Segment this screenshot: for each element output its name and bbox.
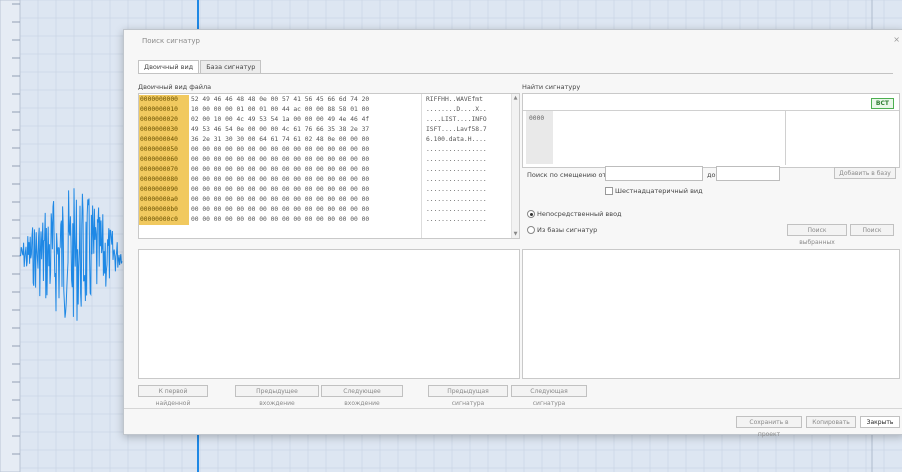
prev-occurrence-button[interactable]: Предыдущее вхождение (235, 385, 319, 407)
hex-bytes: 00 00 00 00 00 00 00 00 00 00 00 00 00 0… (191, 216, 370, 223)
hex-ascii: ISFT....Lavf58.7 (426, 126, 487, 133)
hex-ascii: ................ (426, 156, 487, 163)
hex-ascii: ................ (426, 186, 487, 193)
search-button[interactable]: Поиск (850, 224, 894, 236)
hex-offset: 0000000070 (139, 165, 189, 175)
scroll-down-icon[interactable]: ▼ (512, 231, 519, 237)
signature-top-line (523, 110, 899, 111)
tab-binary-view[interactable]: Двоичный вид (138, 60, 200, 74)
scroll-up-icon[interactable]: ▲ (512, 95, 519, 101)
hex-view-checkbox-label: Шестнадцатеричный вид (615, 187, 703, 195)
hex-ascii: ................ (426, 196, 487, 203)
hex-bytes: 36 2e 31 30 30 00 64 61 74 61 02 48 0e 0… (191, 136, 370, 143)
hex-offset: 0000000020 (139, 115, 189, 125)
footer-divider (124, 408, 902, 409)
hex-view-checkbox[interactable] (605, 187, 613, 195)
copy-button[interactable]: Копировать (806, 416, 856, 428)
hex-ascii: ................ (426, 206, 487, 213)
hex-ascii: ................ (426, 176, 487, 183)
prev-signature-button[interactable]: Предыдущая сигнатура (428, 385, 508, 407)
hex-offset: 0000000050 (139, 145, 189, 155)
hex-view-label: Двоичный вид файла (138, 83, 212, 91)
radio-direct-input[interactable] (527, 210, 535, 218)
hex-bytes: 00 00 00 00 00 00 00 00 00 00 00 00 00 0… (191, 206, 370, 213)
next-signature-button[interactable]: Следующая сигнатура (511, 385, 587, 407)
hex-bytes: 10 00 00 00 01 00 01 00 44 ac 00 00 88 5… (191, 106, 370, 113)
hex-offset: 00000000b0 (139, 205, 189, 215)
close-icon[interactable]: × (893, 35, 900, 44)
radio-from-base[interactable] (527, 226, 535, 234)
tab-divider (138, 73, 893, 74)
results-list-panel[interactable] (138, 249, 520, 379)
hex-bytes: 49 53 46 54 0e 00 00 00 4c 61 76 66 35 3… (191, 126, 370, 133)
signature-offset: 0000 (529, 115, 545, 122)
search-selected-button[interactable]: Поиск выбранных (787, 224, 847, 246)
signature-ascii-divider (785, 111, 786, 165)
first-found-button[interactable]: К первой найденной (138, 385, 208, 407)
hex-bytes: 02 00 10 00 4c 49 53 54 1a 00 00 00 49 4… (191, 116, 370, 123)
results-detail-panel[interactable] (522, 249, 900, 379)
radio-from-base-label: Из базы сигнатур (537, 226, 598, 234)
signature-search-dialog: Поиск сигнатур × Двоичный вид База сигна… (123, 29, 902, 438)
hex-offset: 0000000090 (139, 185, 189, 195)
hex-ascii: 6.100.data.H.... (426, 136, 487, 143)
hex-bytes: 00 00 00 00 00 00 00 00 00 00 00 00 00 0… (191, 146, 370, 153)
close-button[interactable]: Закрыть (860, 416, 900, 428)
hex-offset: 0000000040 (139, 135, 189, 145)
hex-offset: 00000000a0 (139, 195, 189, 205)
hex-ascii: ................ (426, 146, 487, 153)
search-from-label: Поиск по смещению от: (527, 171, 609, 179)
hex-offset: 0000000010 (139, 105, 189, 115)
offset-to-input[interactable] (716, 166, 780, 181)
hex-bytes: 00 00 00 00 00 00 00 00 00 00 00 00 00 0… (191, 176, 370, 183)
hex-viewer[interactable]: 0000000000 52 49 46 46 48 48 0e 00 57 41 … (138, 93, 520, 239)
hex-offset: 0000000000 (139, 95, 189, 105)
hex-ascii: ........D....X.. (426, 106, 487, 113)
tab-signature-base[interactable]: База сигнатур (200, 60, 262, 73)
offset-from-input[interactable] (605, 166, 703, 181)
dialog-title: Поиск сигнатур (142, 37, 201, 45)
hex-ascii: RIFFHH..WAVEfmt (426, 96, 487, 103)
hex-offset: 0000000060 (139, 155, 189, 165)
hex-ascii: ....LIST....INFO (426, 116, 487, 123)
ascii-divider (421, 94, 422, 238)
hex-offset: 00000000c0 (139, 215, 189, 225)
hex-offset: 0000000030 (139, 125, 189, 135)
hex-offset: 0000000080 (139, 175, 189, 185)
hex-bytes: 00 00 00 00 00 00 00 00 00 00 00 00 00 0… (191, 166, 370, 173)
add-to-base-button[interactable]: Добавить в базу (834, 167, 896, 179)
hex-ascii: ................ (426, 166, 487, 173)
tab-bar: Двоичный вид База сигнатур (138, 60, 262, 74)
hex-scrollbar[interactable]: ▲ ▼ (511, 94, 519, 238)
hex-bytes: 00 00 00 00 00 00 00 00 00 00 00 00 00 0… (191, 196, 370, 203)
signature-input-area[interactable]: BCT 0000 (522, 93, 900, 168)
radio-direct-label: Непосредственный ввод (537, 210, 622, 218)
hex-bytes: 52 49 46 46 48 48 0e 00 57 41 56 45 66 6… (191, 96, 370, 103)
next-occurrence-button[interactable]: Следующее вхождение (321, 385, 403, 407)
hex-bytes: 00 00 00 00 00 00 00 00 00 00 00 00 00 0… (191, 186, 370, 193)
status-badge: BCT (870, 98, 894, 109)
save-to-project-button[interactable]: Сохранить в проект (736, 416, 802, 438)
find-signature-label: Найти сигнатуру (522, 83, 581, 91)
hex-bytes: 00 00 00 00 00 00 00 00 00 00 00 00 00 0… (191, 156, 370, 163)
hex-ascii: ................ (426, 216, 487, 223)
